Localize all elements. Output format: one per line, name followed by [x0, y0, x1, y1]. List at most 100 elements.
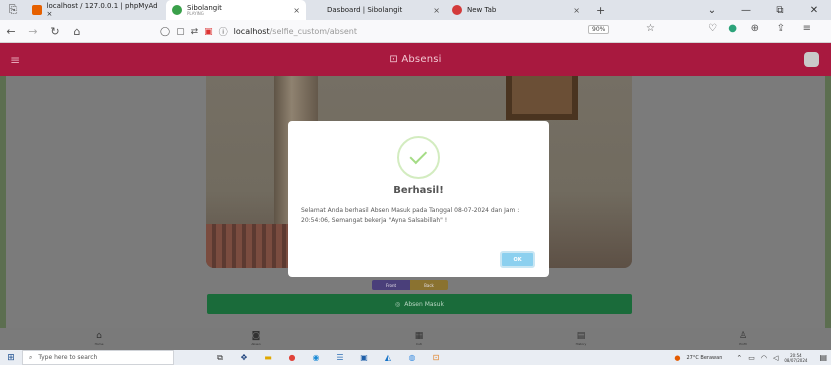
- taskbar-apps: ⧉ ✥ ▬ ● ◉ ☰ ▣ ◭ ◍ ⊡: [214, 353, 442, 363]
- reload-icon[interactable]: ↻: [44, 25, 66, 38]
- close-window-icon[interactable]: ✕: [797, 5, 831, 16]
- success-modal: Berhasil! Selamat Anda berhasil Absen Ma…: [288, 121, 549, 277]
- firefox-favicon-icon: [452, 5, 462, 15]
- edge-icon[interactable]: ◉: [310, 353, 322, 363]
- battery-icon[interactable]: ▭: [748, 354, 755, 362]
- browser-nav-bar: ← → ↻ ⌂ ◯ ▢ ⇄ ▣ ⓘ localhost /selfie_cust…: [0, 20, 831, 43]
- calendar-icon: ▦: [414, 331, 424, 341]
- camera-permission-icon[interactable]: ▣: [204, 27, 213, 37]
- volume-icon[interactable]: ◁: [773, 354, 778, 362]
- document-icon: ▤: [576, 331, 586, 341]
- check-mark: [408, 146, 427, 165]
- tab-overview-icon[interactable]: ⎘: [0, 0, 26, 20]
- new-tab-button[interactable]: +: [596, 0, 605, 20]
- camera-scene-frame: [506, 76, 578, 120]
- modal-title: Berhasil!: [393, 185, 444, 196]
- info-icon[interactable]: ⓘ: [219, 25, 228, 38]
- tab-title: New Tab: [467, 6, 497, 14]
- windows-start-icon[interactable]: ⊞: [0, 353, 22, 363]
- app-icon[interactable]: ✥: [238, 353, 250, 363]
- mail-icon[interactable]: ◭: [382, 353, 394, 363]
- tab-close-icon[interactable]: ×: [573, 6, 580, 15]
- weather-text[interactable]: 27°C Berawan: [686, 355, 722, 361]
- bottom-nav-cuti[interactable]: ▦ Cuti: [404, 331, 434, 346]
- permissions-icon[interactable]: ⇄: [191, 27, 199, 37]
- notification-icon[interactable]: ▤: [819, 353, 827, 362]
- bottom-nav-history[interactable]: ▤ History: [566, 331, 596, 346]
- browser-tab-bar: ⎘ localhost / 127.0.0.1 | phpMyAd × Sibo…: [0, 0, 831, 20]
- address-bar[interactable]: ◯ ▢ ⇄ ▣ ⓘ localhost /selfie_custom/absen…: [160, 23, 725, 40]
- tab-phpmyadmin[interactable]: localhost / 127.0.0.1 | phpMyAd ×: [26, 0, 166, 20]
- bottom-nav-label: Home: [94, 342, 104, 346]
- weather-icon: ●: [674, 353, 681, 362]
- bottom-nav: ⌂ Home ◙ Absen ▦ Cuti ▤ History ♙ Profil: [0, 328, 831, 350]
- bottom-nav-label: Absen: [251, 342, 261, 346]
- search-icon: ⌕: [29, 353, 33, 361]
- extension-icon[interactable]: ●: [728, 23, 737, 34]
- account-icon[interactable]: ⊕: [751, 23, 759, 34]
- system-tray: ● 27°C Berawan ⌃ ▭ ◠ ◁ 20:54 08/07/2024 …: [674, 350, 827, 365]
- tab-sibolangit[interactable]: Sibolangit PLAYING ×: [166, 0, 306, 20]
- tab-title-group: Sibolangit PLAYING: [187, 4, 222, 16]
- tab-list-icon[interactable]: ⌄: [695, 5, 729, 16]
- camera-icon: ◎: [395, 300, 401, 308]
- phpmyadmin-favicon-icon: [32, 5, 42, 15]
- bottom-nav-label: Profil: [739, 342, 747, 346]
- modal-message: Selamat Anda berhasil Absen Masuk pada T…: [301, 207, 520, 224]
- camera-icon: ⊡: [389, 54, 398, 65]
- back-camera-button[interactable]: Back: [410, 280, 448, 290]
- left-edge: [0, 76, 6, 328]
- menu-icon[interactable]: ≡: [803, 23, 811, 34]
- tab-new-tab[interactable]: New Tab ×: [446, 0, 586, 20]
- chrome-icon[interactable]: ◍: [406, 353, 418, 363]
- ok-button[interactable]: OK: [500, 251, 535, 268]
- hamburger-icon[interactable]: ≡: [10, 53, 20, 67]
- share-icon[interactable]: ⇪: [777, 23, 785, 34]
- app-icon[interactable]: ☰: [334, 353, 346, 363]
- task-view-icon[interactable]: ⧉: [214, 353, 226, 363]
- bottom-nav-profil[interactable]: ♙ Profil: [728, 331, 758, 346]
- sibolangit-favicon-icon: [172, 5, 182, 15]
- bottom-nav-home[interactable]: ⌂ Home: [84, 331, 114, 346]
- network-icon[interactable]: ◠: [761, 354, 767, 362]
- tab-close-icon[interactable]: ×: [293, 6, 300, 15]
- right-edge: [825, 76, 831, 328]
- clock-date: 08/07/2024: [784, 357, 808, 363]
- home-icon[interactable]: ⌂: [66, 25, 88, 38]
- bottom-nav-absen[interactable]: ◙ Absen: [241, 331, 271, 346]
- windows-taskbar: ⊞ ⌕ Type here to search ⧉ ✥ ▬ ● ◉ ☰ ▣ ◭ …: [0, 350, 831, 365]
- app-icon[interactable]: ⊡: [430, 353, 442, 363]
- minimize-icon[interactable]: —: [729, 5, 763, 16]
- bottom-nav-label: Cuti: [415, 342, 422, 346]
- absen-masuk-label: Absen Masuk: [404, 300, 444, 308]
- dashboard-favicon-icon: [312, 5, 322, 15]
- camera-switch-group: Front Back: [372, 280, 448, 290]
- absen-masuk-button[interactable]: ◎ Absen Masuk: [207, 294, 632, 314]
- avatar[interactable]: [804, 52, 819, 67]
- taskbar-clock[interactable]: 20:54 08/07/2024: [784, 353, 807, 363]
- back-icon[interactable]: ←: [0, 25, 22, 38]
- front-camera-button[interactable]: Front: [372, 280, 410, 290]
- forward-icon[interactable]: →: [22, 25, 44, 38]
- tab-dashboard[interactable]: Dasboard | Sibolangit ×: [306, 0, 446, 20]
- tray-chevron-icon[interactable]: ⌃: [736, 354, 742, 362]
- page-title-text: Absensi: [401, 54, 442, 65]
- home-icon: ⌂: [96, 331, 102, 341]
- tab-close-icon[interactable]: ×: [433, 6, 440, 15]
- firefox-icon[interactable]: ●: [286, 353, 298, 363]
- taskbar-search-input[interactable]: ⌕ Type here to search: [22, 350, 174, 365]
- file-explorer-icon[interactable]: ▬: [262, 353, 274, 363]
- maximize-icon[interactable]: ⧉: [763, 5, 797, 16]
- zoom-level[interactable]: 90%: [588, 25, 610, 34]
- search-placeholder: Type here to search: [38, 354, 98, 361]
- success-check-icon: [397, 136, 440, 179]
- page-icon: ▢: [176, 26, 185, 37]
- bookmark-star-icon[interactable]: ☆: [646, 23, 655, 34]
- url-host: localhost: [233, 27, 270, 36]
- pocket-icon[interactable]: ♡: [708, 23, 717, 34]
- page-title: ⊡ Absensi: [389, 54, 441, 65]
- tab-title: localhost / 127.0.0.1 | phpMyAd ×: [46, 2, 158, 18]
- store-icon[interactable]: ▣: [358, 353, 370, 363]
- camera-icon: ◙: [251, 331, 261, 341]
- tab-subtitle: PLAYING: [187, 11, 204, 16]
